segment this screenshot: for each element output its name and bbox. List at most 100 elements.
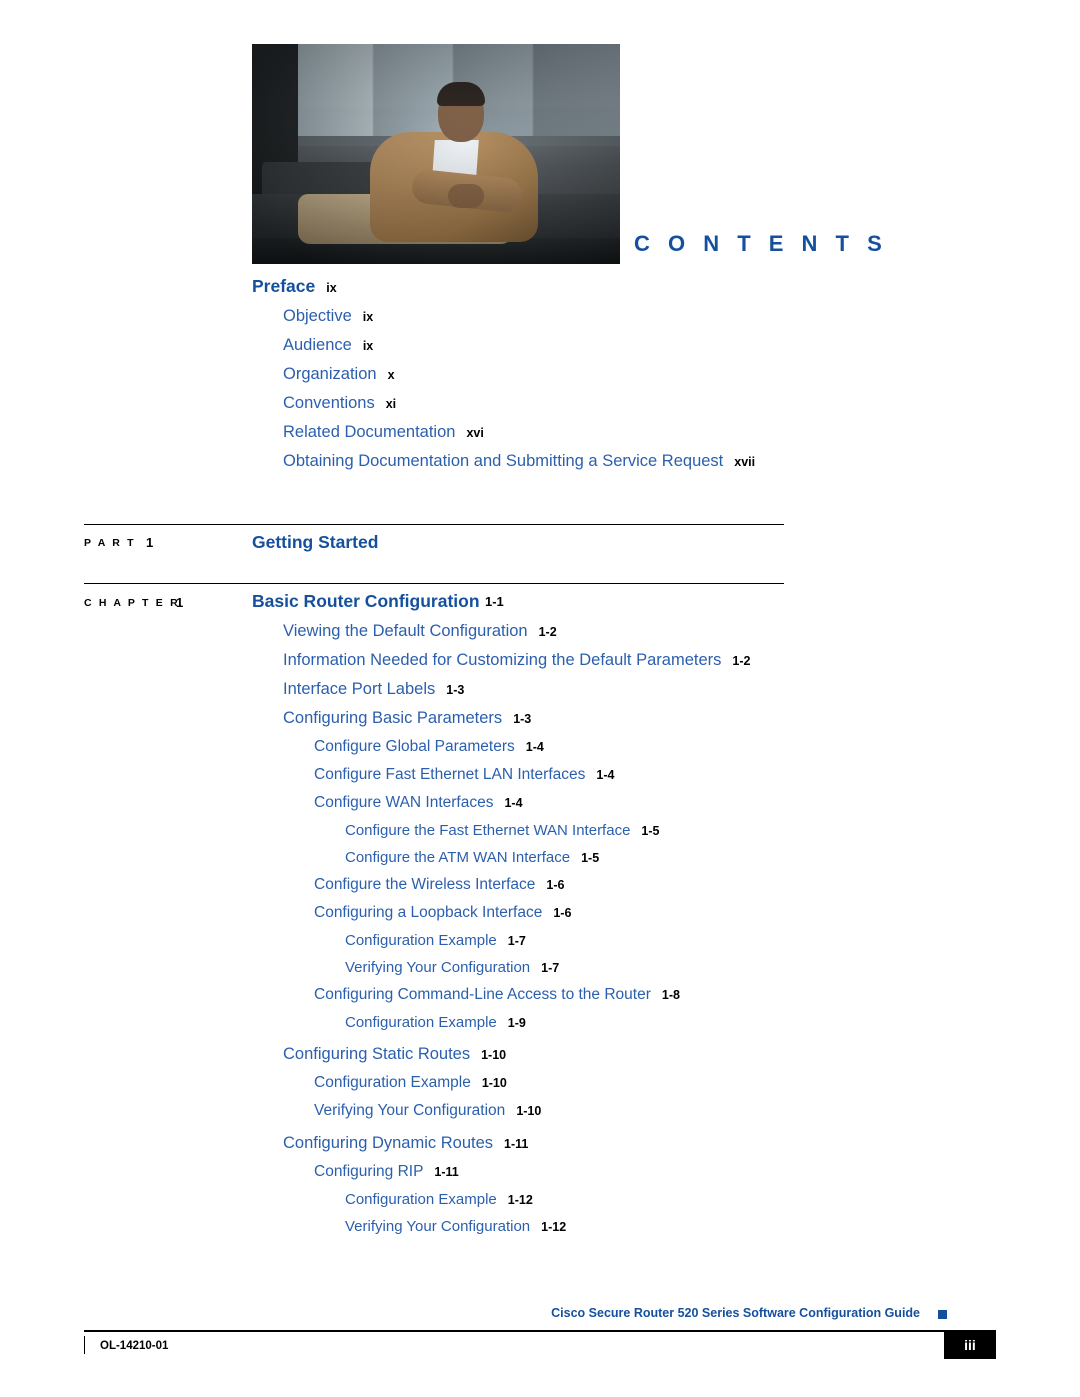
toc-entry-interface-port-labels[interactable]: Interface Port Labels 1-3	[0, 680, 1080, 699]
toc-entry-label: Preface	[252, 276, 316, 296]
toc-entry-label: Configure Global Parameters	[314, 738, 515, 755]
toc-entry-page: 1-4	[525, 740, 544, 754]
toc-entry-configuration-example-1-10[interactable]: Configuration Example 1-10	[0, 1074, 1080, 1092]
toc-entry-label: Configuring RIP	[314, 1163, 424, 1180]
cover-photo	[252, 44, 620, 264]
toc-entry-label: Configuring Command-Line Access to the R…	[314, 986, 651, 1003]
toc-entry-page: 1-8	[661, 988, 680, 1002]
toc-entry-label: Information Needed for Customizing the D…	[283, 651, 722, 669]
chapter-toc-entries: Viewing the Default Configuration 1-2 In…	[0, 622, 1080, 1245]
toc-entry-page: 1-9	[507, 1016, 526, 1030]
chapter-label: C H A P T E R	[84, 597, 180, 609]
toc-entry-page: 1-5	[641, 824, 660, 838]
toc-entry-obtaining-documentation[interactable]: Obtaining Documentation and Submitting a…	[0, 452, 1080, 471]
toc-entry-conventions[interactable]: Conventions xi	[0, 394, 1080, 413]
toc-entry-configure-wireless-interface[interactable]: Configure the Wireless Interface 1-6	[0, 876, 1080, 894]
toc-entry-label: Obtaining Documentation and Submitting a…	[283, 452, 724, 470]
toc-entry-verifying-configuration-1-7[interactable]: Verifying Your Configuration 1-7	[0, 959, 1080, 976]
toc-entry-configuring-command-line-access[interactable]: Configuring Command-Line Access to the R…	[0, 986, 1080, 1004]
toc-entry-label: Configure the Fast Ethernet WAN Interfac…	[345, 822, 631, 839]
chapter-title[interactable]: Basic Router Configuration	[252, 591, 480, 612]
toc-entry-page: 1-12	[507, 1193, 533, 1207]
footer-square-marker	[938, 1310, 947, 1319]
toc-entry-label: Configure WAN Interfaces	[314, 794, 494, 811]
toc-entry-label: Objective	[283, 307, 352, 325]
footer-document-id: OL-14210-01	[100, 1340, 169, 1352]
footer-rule	[84, 1330, 996, 1332]
toc-entry-configuring-loopback-interface[interactable]: Configuring a Loopback Interface 1-6	[0, 904, 1080, 922]
toc-entry-verifying-configuration-1-10[interactable]: Verifying Your Configuration 1-10	[0, 1102, 1080, 1120]
toc-entry-label: Conventions	[283, 394, 375, 412]
footer-guide-title: Cisco Secure Router 520 Series Software …	[551, 1306, 920, 1320]
toc-entry-configure-atm-wan[interactable]: Configure the ATM WAN Interface 1-5	[0, 849, 1080, 866]
toc-entry-configuring-rip[interactable]: Configuring RIP 1-11	[0, 1163, 1080, 1181]
toc-entry-page: 1-7	[507, 934, 526, 948]
toc-entry-page: 1-3	[513, 712, 532, 726]
toc-entry-page: 1-10	[481, 1048, 507, 1062]
toc-entry-label: Configure the ATM WAN Interface	[345, 849, 571, 866]
photo-vignette	[252, 44, 620, 264]
toc-entry-organization[interactable]: Organization x	[0, 365, 1080, 384]
toc-entry-label: Organization	[283, 365, 377, 383]
table-of-contents: Preface ix Objective ix Audience ix Orga…	[0, 276, 1080, 481]
toc-entry-configure-wan-interfaces[interactable]: Configure WAN Interfaces 1-4	[0, 794, 1080, 812]
toc-entry-related-documentation[interactable]: Related Documentation xvi	[0, 423, 1080, 442]
toc-entry-objective[interactable]: Objective ix	[0, 307, 1080, 326]
toc-entry-page: 1-12	[541, 1220, 567, 1234]
toc-entry-page: ix	[326, 281, 337, 295]
toc-entry-configure-fast-ethernet-lan[interactable]: Configure Fast Ethernet LAN Interfaces 1…	[0, 766, 1080, 784]
toc-entry-page: 1-4	[596, 768, 615, 782]
toc-entry-page: 1-5	[581, 851, 600, 865]
toc-entry-page: x	[387, 368, 395, 382]
toc-entry-configuration-example-1-12[interactable]: Configuration Example 1-12	[0, 1191, 1080, 1208]
toc-entry-page: 1-3	[446, 683, 465, 697]
toc-entry-audience[interactable]: Audience ix	[0, 336, 1080, 355]
toc-entry-page: 1-4	[504, 796, 523, 810]
toc-entry-page: 1-7	[541, 961, 560, 975]
toc-entry-configuring-static-routes[interactable]: Configuring Static Routes 1-10	[0, 1045, 1080, 1064]
toc-entry-label: Related Documentation	[283, 423, 456, 441]
toc-entry-label: Viewing the Default Configuration	[283, 622, 528, 640]
toc-entry-label: Interface Port Labels	[283, 680, 436, 698]
toc-entry-label: Configuration Example	[345, 932, 497, 949]
toc-entry-label: Verifying Your Configuration	[345, 1218, 531, 1235]
toc-entry-configure-fast-ethernet-wan[interactable]: Configure the Fast Ethernet WAN Interfac…	[0, 822, 1080, 839]
toc-entry-label: Configure the Wireless Interface	[314, 876, 536, 893]
toc-entry-configuration-example-1-7[interactable]: Configuration Example 1-7	[0, 932, 1080, 949]
toc-entry-information-needed[interactable]: Information Needed for Customizing the D…	[0, 651, 1080, 670]
toc-entry-page: 1-6	[553, 906, 572, 920]
toc-entry-page: xi	[385, 397, 397, 411]
toc-entry-configuring-basic-parameters[interactable]: Configuring Basic Parameters 1-3	[0, 709, 1080, 728]
toc-entry-configure-global-parameters[interactable]: Configure Global Parameters 1-4	[0, 738, 1080, 756]
toc-entry-page: 1-10	[481, 1076, 507, 1090]
toc-entry-label: Configuring Basic Parameters	[283, 709, 503, 727]
toc-entry-configuring-dynamic-routes[interactable]: Configuring Dynamic Routes 1-11	[0, 1134, 1080, 1153]
page-title: C O N T E N T S	[634, 231, 888, 256]
toc-entry-configuration-example-1-9[interactable]: Configuration Example 1-9	[0, 1014, 1080, 1031]
toc-entry-page: 1-10	[516, 1104, 542, 1118]
part-label: P A R T	[84, 537, 136, 549]
toc-entry-label: Configuration Example	[345, 1191, 497, 1208]
part-number: 1	[146, 535, 154, 550]
toc-entry-page: xvi	[466, 426, 484, 440]
chapter-number: 1	[176, 595, 184, 610]
toc-entry-page: 1-2	[732, 654, 751, 668]
toc-entry-label: Verifying Your Configuration	[314, 1102, 506, 1119]
toc-entry-page: ix	[362, 339, 374, 353]
toc-entry-label: Configuring Dynamic Routes	[283, 1134, 494, 1152]
footer-page-number: iii	[944, 1331, 996, 1359]
toc-entry-label: Configuring a Loopback Interface	[314, 904, 543, 921]
chapter-page: 1-1	[485, 594, 504, 609]
toc-entry-label: Configuring Static Routes	[283, 1045, 471, 1063]
toc-entry-label: Configuration Example	[345, 1014, 497, 1031]
toc-entry-viewing-default-configuration[interactable]: Viewing the Default Configuration 1-2	[0, 622, 1080, 641]
toc-entry-label: Configure Fast Ethernet LAN Interfaces	[314, 766, 586, 783]
part-rule-top	[84, 524, 784, 525]
toc-entry-preface[interactable]: Preface ix	[0, 276, 1080, 297]
toc-entry-page: 1-11	[434, 1165, 459, 1179]
part-title[interactable]: Getting Started	[252, 532, 378, 553]
toc-entry-verifying-configuration-1-12[interactable]: Verifying Your Configuration 1-12	[0, 1218, 1080, 1235]
toc-entry-label: Audience	[283, 336, 352, 354]
toc-entry-label: Verifying Your Configuration	[345, 959, 531, 976]
toc-entry-page: xvii	[734, 455, 756, 469]
